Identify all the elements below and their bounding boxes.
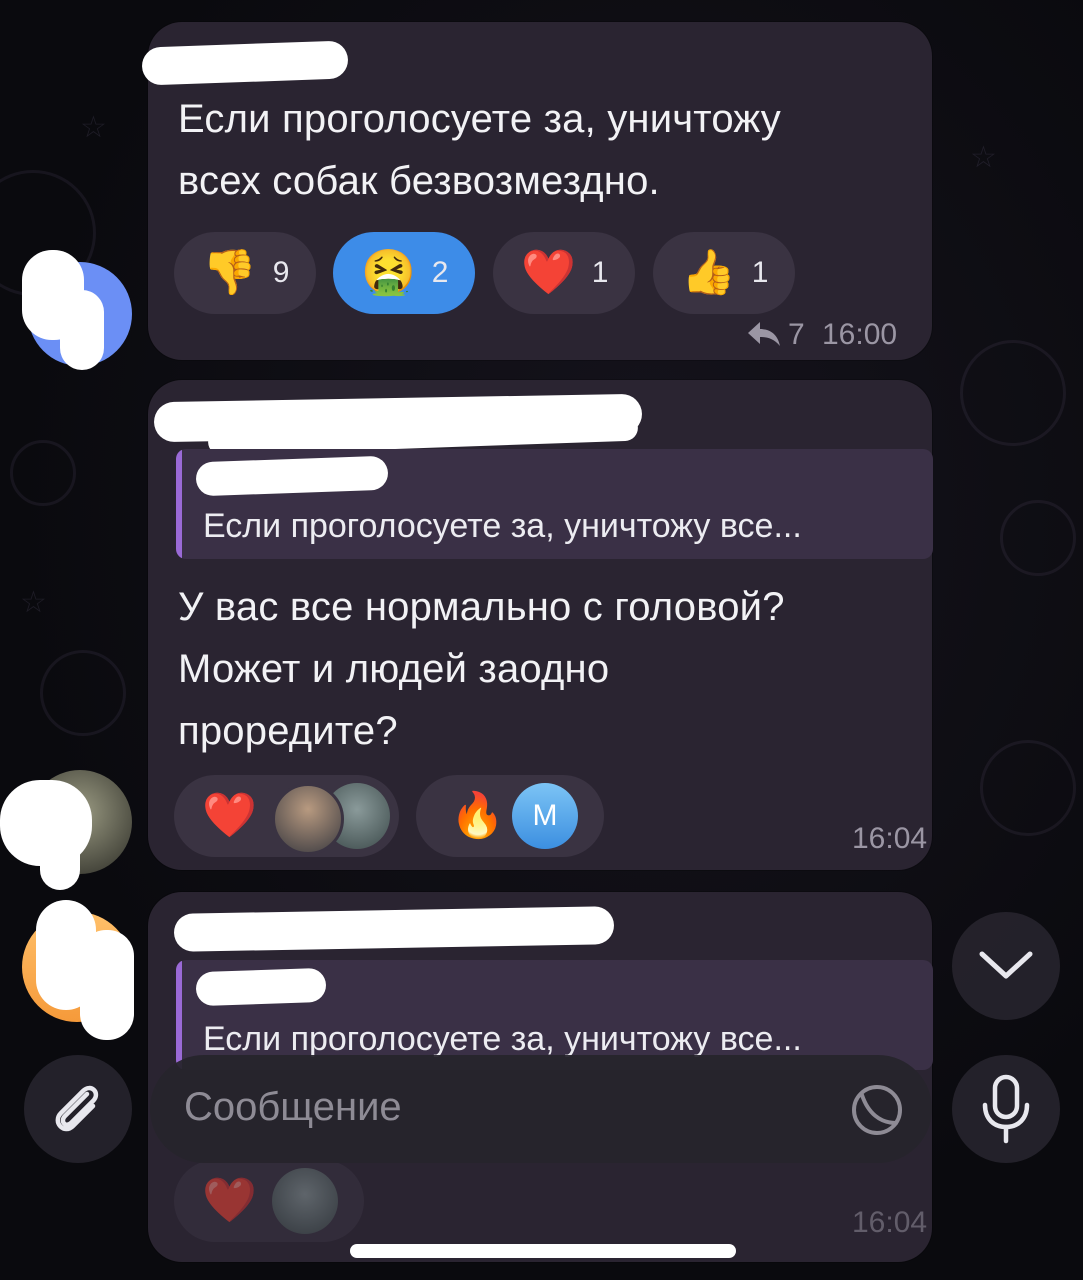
background-doodle [980, 740, 1076, 836]
reaction-thumbs-down[interactable]: 👎 9 [174, 232, 316, 314]
message-text-line: проредите? [178, 709, 398, 753]
heart-icon: ❤️ [202, 791, 257, 840]
message-text-line: Если проголосуете за, уничтожу [178, 97, 781, 141]
background-doodle [1000, 500, 1076, 576]
thumbs-up-icon: 👍 [681, 248, 736, 297]
background-doodle [40, 650, 126, 736]
voice-message-button[interactable] [952, 1055, 1060, 1163]
message-input-placeholder: Сообщение [184, 1085, 402, 1129]
message-text-line: Может и людей заодно [178, 647, 610, 691]
background-doodle [10, 440, 76, 506]
message-text-line: У вас все нормально с головой? [178, 585, 785, 629]
star-doodle-icon: ☆ [970, 141, 997, 174]
reply-quote[interactable]: Если проголосуете за, уничтожу все... [176, 960, 933, 1070]
message-time: 16:04 [852, 822, 928, 855]
fire-icon: 🔥 [450, 791, 505, 840]
redacted-sender-name [173, 906, 615, 952]
chat-screen: ☆ ☆ ☆ Если проголосуете за, уничтожу все… [0, 0, 1083, 1280]
vomit-face-icon: 🤮 [361, 248, 416, 297]
redacted-sender-name [141, 40, 349, 86]
reaction-heart[interactable]: ❤️ 1 [493, 232, 635, 314]
reaction-count: 1 [591, 256, 609, 289]
star-doodle-icon: ☆ [80, 111, 107, 144]
paperclip-icon [55, 1085, 99, 1132]
reply-count[interactable]: 7 [788, 318, 805, 352]
sticker-icon[interactable] [850, 1083, 904, 1137]
message-text-line: всех собак безвозмездно. [178, 159, 660, 203]
redacted-avatar [80, 930, 134, 1040]
reaction-heart[interactable]: ❤️ [174, 775, 399, 857]
quote-bar [176, 960, 182, 1070]
reaction-heart[interactable]: ❤️ [174, 1160, 364, 1242]
quote-bar [176, 449, 182, 559]
reaction-vomit[interactable]: 🤮 2 [333, 232, 475, 314]
reaction-count: 1 [751, 256, 769, 289]
chevron-down-icon [979, 951, 1033, 979]
message-bubble[interactable]: Если проголосуете за, уничтожу всех соба… [141, 22, 932, 360]
background-doodle [960, 340, 1066, 446]
scroll-down-button[interactable] [952, 912, 1060, 1020]
microphone-icon [982, 1074, 1030, 1144]
redacted-quote-author [195, 455, 389, 497]
thumbs-down-icon: 👎 [202, 248, 257, 297]
redacted-avatar [60, 290, 104, 370]
quote-text: Если проголосуете за, уничтожу все... [203, 507, 802, 545]
message-time: 16:04 [852, 1206, 928, 1239]
reactor-avatar [272, 783, 344, 855]
reactor-avatar [272, 1168, 338, 1234]
home-indicator[interactable] [350, 1244, 736, 1258]
reactor-avatar: М [512, 783, 578, 849]
message-time: 16:00 [822, 318, 898, 351]
heart-icon: ❤️ [202, 1176, 257, 1225]
redacted-avatar [40, 830, 80, 890]
star-doodle-icon: ☆ [20, 586, 47, 619]
reaction-thumbs-up[interactable]: 👍 1 [653, 232, 795, 314]
reaction-fire[interactable]: 🔥 М [416, 775, 604, 857]
message-input[interactable]: Сообщение [150, 1055, 932, 1163]
attach-button[interactable] [24, 1055, 132, 1163]
heart-icon: ❤️ [521, 248, 576, 297]
reply-arrow-icon [748, 322, 780, 346]
quote-text: Если проголосуете за, уничтожу все... [203, 1020, 802, 1058]
reaction-count: 2 [431, 256, 449, 289]
reply-quote[interactable]: Если проголосуете за, уничтожу все... [176, 449, 933, 559]
message-bubble[interactable]: Если проголосуете за, уничтожу все... У … [148, 380, 933, 870]
reaction-count: 9 [272, 256, 290, 289]
redacted-quote-author [195, 967, 327, 1007]
